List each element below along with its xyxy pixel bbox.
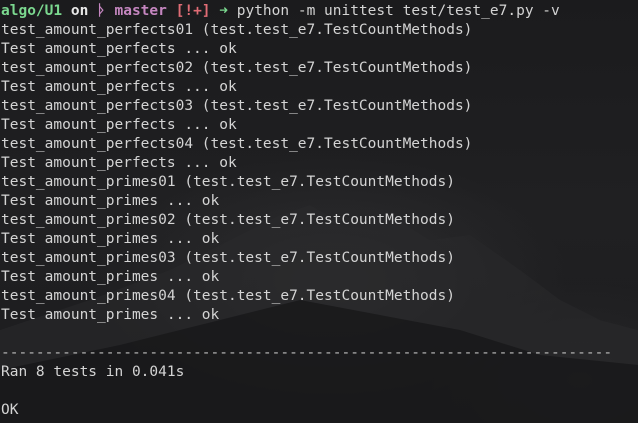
separator-line: ----------------------------------------… (1, 345, 613, 361)
test-output-line: Test amount_perfects ... ok (1, 41, 237, 57)
terminal-output: algo/U1 on ᚦ master [!+] ➜ python -m uni… (1, 2, 637, 420)
test-output-line: Test amount_primes ... ok (1, 231, 220, 247)
prompt-arrow-icon: ➜ (219, 3, 228, 19)
terminal-window[interactable]: algo/U1 on ᚦ master [!+] ➜ python -m uni… (0, 0, 638, 423)
test-output-line: test_amount_perfects03 (test.test_e7.Tes… (1, 98, 473, 114)
test-output-line: test_amount_primes02 (test.test_e7.TestC… (1, 212, 455, 228)
prompt-on-text: on (70, 3, 89, 19)
test-output-line: Test amount_perfects ... ok (1, 117, 237, 133)
test-output-line: test_amount_primes03 (test.test_e7.TestC… (1, 250, 455, 266)
summary-line: Ran 8 tests in 0.041s (1, 364, 185, 380)
test-output-line: test_amount_perfects04 (test.test_e7.Tes… (1, 136, 473, 152)
prompt-branch: master (114, 3, 167, 19)
git-branch-icon: ᚦ (97, 3, 106, 19)
test-output-line: Test amount_primes ... ok (1, 307, 220, 323)
prompt-git-status: [!+] (175, 3, 211, 19)
test-output-line: test_amount_perfects01 (test.test_e7.Tes… (1, 22, 473, 38)
test-output-line: Test amount_primes ... ok (1, 269, 220, 285)
prompt-line: algo/U1 on ᚦ master [!+] ➜ python -m uni… (1, 2, 637, 21)
test-output-line: Test amount_perfects ... ok (1, 155, 237, 171)
test-output-line: test_amount_primes01 (test.test_e7.TestC… (1, 174, 455, 190)
prompt-directory: algo/U1 (1, 3, 63, 19)
test-output-line: test_amount_primes04 (test.test_e7.TestC… (1, 288, 455, 304)
test-output-line: Test amount_primes ... ok (1, 193, 220, 209)
command-text: python -m unittest test/test_e7.py -v (236, 3, 560, 19)
result-line: OK (1, 402, 19, 418)
test-output-line: test_amount_perfects02 (test.test_e7.Tes… (1, 60, 473, 76)
test-output-line: Test amount_perfects ... ok (1, 79, 237, 95)
